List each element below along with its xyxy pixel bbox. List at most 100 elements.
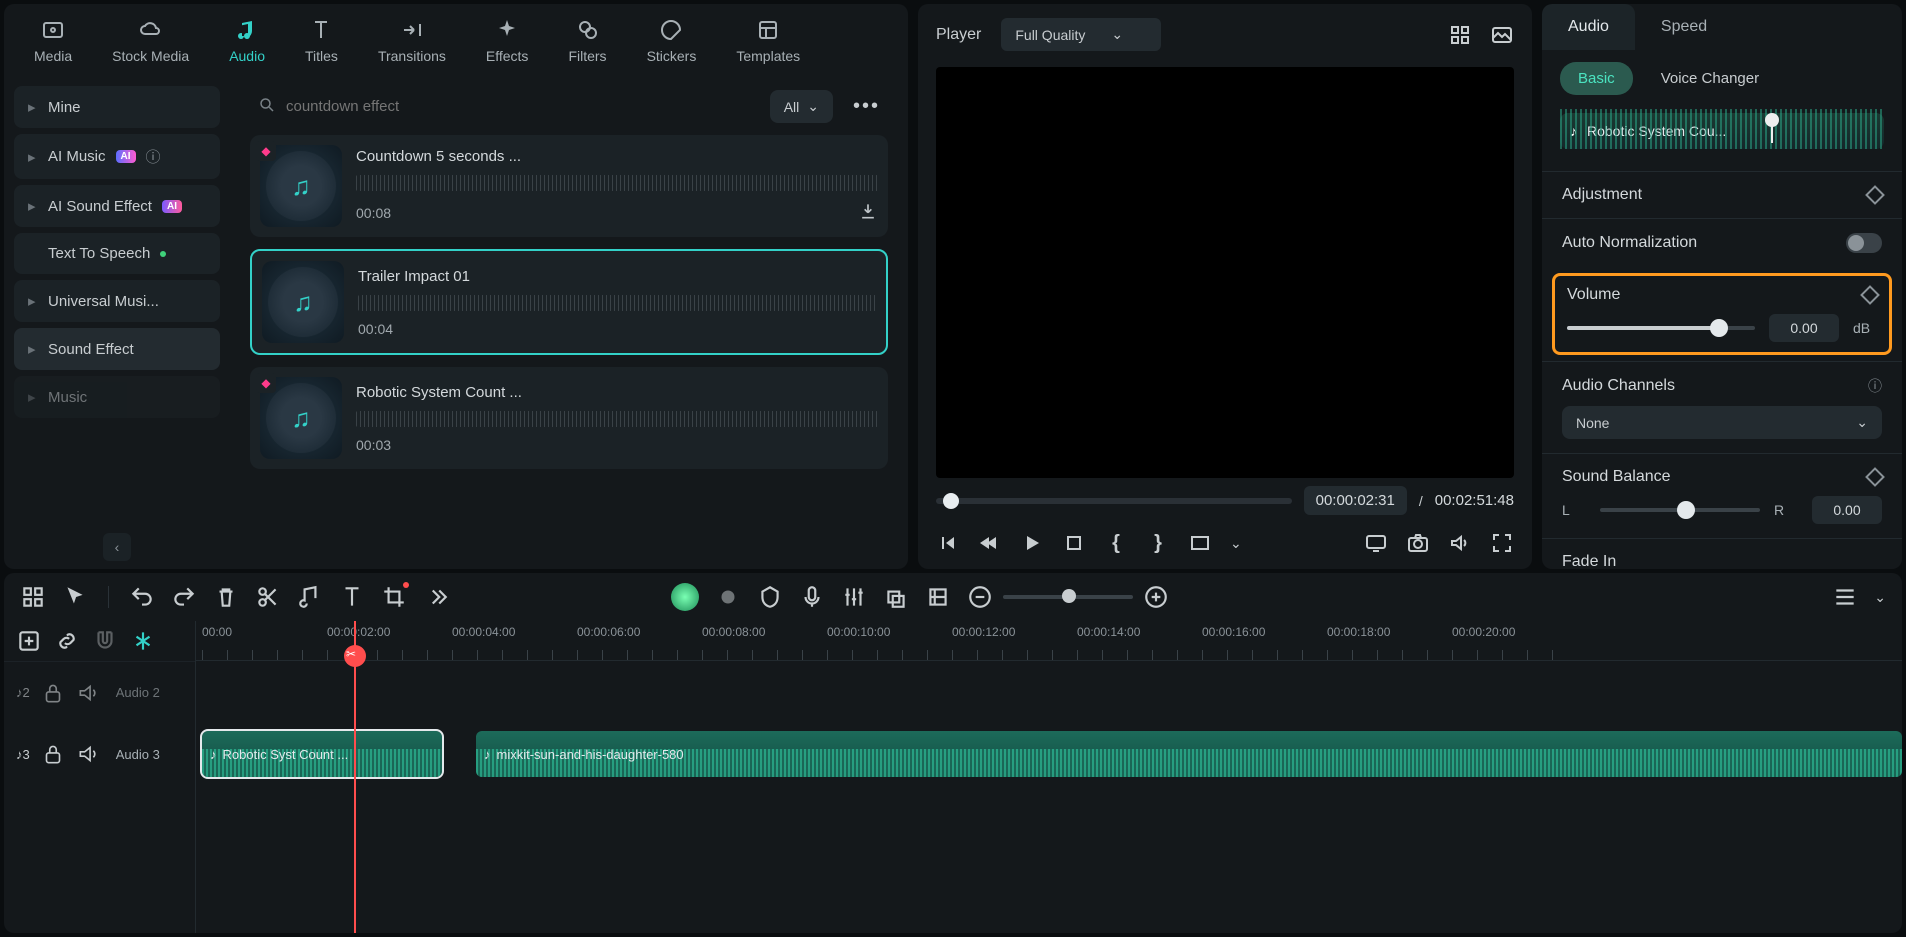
channels-dropdown[interactable]: None⌄ [1562,406,1882,439]
audio-item-0[interactable]: ◆♫ Countdown 5 seconds ... 00:08 [250,135,888,237]
audio-item-2[interactable]: ◆♫ Robotic System Count ... 00:03 [250,367,888,469]
sidebar-ai-sound[interactable]: ▸AI Sound EffectAI [14,185,220,227]
balance-slider[interactable] [1600,508,1760,512]
tab-filters[interactable]: Filters [562,14,612,68]
marker-icon[interactable] [757,584,783,610]
keyframe-diamond-icon[interactable] [1865,185,1885,205]
tab-effects[interactable]: Effects [480,14,535,68]
scrub-slider[interactable] [936,498,1292,504]
balance-value[interactable]: 0.00 [1812,496,1882,524]
timeline-tracks[interactable]: 00:0000:00:02:0000:00:04:0000:00:06:0000… [196,621,1902,933]
tab-stock-media[interactable]: Stock Media [106,14,195,68]
text-icon[interactable] [339,584,365,610]
volume-slider[interactable] [1567,326,1755,330]
audio-item-1[interactable]: ♫ Trailer Impact 01 00:04 [250,249,888,355]
sidebar-sound-effect[interactable]: ▸Sound Effect [14,328,220,370]
sidebar-music[interactable]: ▸Music [14,376,220,418]
redo-button[interactable] [171,584,197,610]
download-button[interactable] [858,201,878,224]
snap-icon[interactable] [130,628,156,654]
sidebar-ai-music[interactable]: ▸AI MusicAIⓘ [14,134,220,179]
sidebar-mine[interactable]: ▸Mine [14,86,220,128]
layout-icon[interactable] [20,584,46,610]
mute-icon[interactable] [76,680,102,706]
subtab-voice-changer[interactable]: Voice Changer [1643,62,1777,95]
track-3[interactable]: ♪Robotic Syst Count ... ♪mixkit-sun-and-… [196,723,1902,785]
tab-audio[interactable]: Audio [223,14,271,68]
search-input[interactable] [286,98,750,115]
help-icon[interactable]: ⓘ [1868,376,1882,396]
mute-icon[interactable] [76,741,102,767]
track-options-button[interactable] [1832,584,1858,610]
tab-speed-props[interactable]: Speed [1635,4,1733,50]
fullscreen-icon[interactable] [1490,531,1514,555]
quality-dropdown[interactable]: Full Quality⌄ [1001,18,1161,51]
tab-templates[interactable]: Templates [730,14,806,68]
lock-icon[interactable] [40,680,66,706]
record-icon[interactable] [715,584,741,610]
keyframe-diamond-icon[interactable] [1860,285,1880,305]
sidebar-collapse-button[interactable]: ‹ [103,533,131,561]
volume-value[interactable]: 0.00 [1769,314,1839,342]
ratio-button[interactable] [1188,531,1212,555]
auto-normalization-toggle[interactable] [1846,233,1882,253]
split-button[interactable] [255,584,281,610]
group-icon[interactable] [883,584,909,610]
volume-section-highlight: Volume 0.00 dB [1552,273,1892,355]
tab-titles[interactable]: Titles [299,14,344,68]
keyframe-diamond-icon[interactable] [1865,467,1885,487]
chevron-down-icon[interactable]: ⌄ [1874,589,1886,606]
monitor-icon[interactable] [1364,531,1388,555]
help-icon[interactable]: ⓘ [146,146,161,167]
beat-icon[interactable] [297,584,323,610]
image-icon[interactable] [1490,23,1514,47]
track-header-2[interactable]: ♪2 Audio 2 [4,661,195,723]
filter-dropdown[interactable]: All⌄ [770,90,833,123]
tab-stickers[interactable]: Stickers [641,14,703,68]
mark-in-button[interactable]: { [1104,531,1128,555]
ai-assistant-icon[interactable] [671,583,699,611]
zoom-out-button[interactable] [967,584,993,610]
cloud-icon [139,18,163,42]
lock-icon[interactable] [40,741,66,767]
clip-waveform[interactable]: ♪ Robotic System Cou... [1560,113,1884,149]
cursor-icon[interactable] [62,584,88,610]
video-preview[interactable] [936,67,1514,478]
subtab-basic[interactable]: Basic [1560,62,1633,95]
sidebar-tts[interactable]: Text To Speech [14,233,220,274]
link-icon[interactable] [54,628,80,654]
stop-button[interactable] [1062,531,1086,555]
more-button[interactable]: ••• [845,91,888,122]
track-header-3[interactable]: ♪3 Audio 3 [4,723,195,785]
mixer-icon[interactable] [841,584,867,610]
zoom-in-button[interactable] [1143,584,1169,610]
mic-icon[interactable] [799,584,825,610]
tab-media[interactable]: Media [28,14,78,68]
tab-transitions[interactable]: Transitions [372,14,452,68]
zoom-slider[interactable] [1003,595,1133,599]
delete-button[interactable] [213,584,239,610]
play-button[interactable] [1020,531,1044,555]
playhead-marker[interactable] [1771,119,1773,143]
clip-name: mixkit-sun-and-his-daughter-580 [497,747,684,762]
clip-mixkit[interactable]: ♪mixkit-sun-and-his-daughter-580 [476,731,1902,777]
snapshot-icon[interactable] [1406,531,1430,555]
prev-frame-button[interactable] [936,531,960,555]
tab-audio-props[interactable]: Audio [1542,4,1635,50]
magnet-icon[interactable] [92,628,118,654]
clip-robotic[interactable]: ♪Robotic Syst Count ... [202,731,442,777]
chevron-down-icon[interactable]: ⌄ [1230,535,1242,552]
add-track-icon[interactable] [16,628,42,654]
volume-icon[interactable] [1448,531,1472,555]
rewind-button[interactable] [978,531,1002,555]
grid-view-icon[interactable] [1448,23,1472,47]
more-tools-button[interactable] [423,584,449,610]
timeline-ruler[interactable]: 00:0000:00:02:0000:00:04:0000:00:06:0000… [196,621,1902,661]
undo-button[interactable] [129,584,155,610]
adjust-icon[interactable] [925,584,951,610]
sidebar-universal[interactable]: ▸Universal Musi... [14,280,220,322]
playhead[interactable]: ✂ [354,621,356,933]
crop-button[interactable] [381,584,407,610]
mark-out-button[interactable]: } [1146,531,1170,555]
track-2[interactable] [196,661,1902,723]
